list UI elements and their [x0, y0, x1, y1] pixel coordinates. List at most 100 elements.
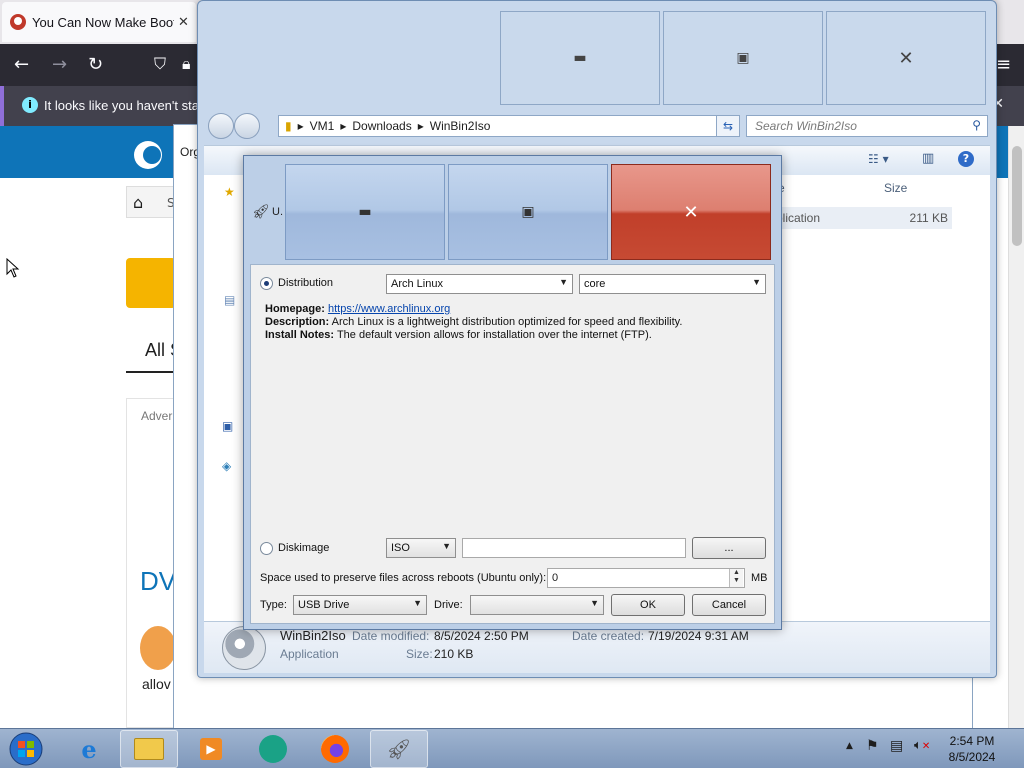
variant-select[interactable]: core ▼	[579, 274, 766, 294]
details-date-created-label: Date created:	[572, 629, 645, 643]
file-row[interactable]: plication 211 KB	[764, 207, 952, 229]
description-label: Description:	[265, 316, 330, 328]
taskbar-media-player[interactable]: ▶	[182, 730, 240, 768]
taskbar-clock[interactable]: 2:54 PM 8/5/2024	[930, 733, 1014, 765]
homepage-link[interactable]: https://www.archlinux.org	[328, 303, 450, 315]
diskimage-format-value: ISO	[391, 542, 410, 554]
breadcrumb-downloads[interactable]: Downloads	[352, 119, 411, 133]
home-button[interactable]: ⌂ S	[126, 186, 175, 218]
network-icon[interactable]: ◈	[222, 459, 231, 473]
taskbar-app-teal[interactable]	[244, 730, 302, 768]
distribution-label: Distribution	[278, 277, 334, 289]
help-icon[interactable]: ?	[958, 151, 974, 167]
internet-explorer-icon: e	[81, 734, 97, 764]
breadcrumb-arrow-icon: ▸	[297, 119, 304, 133]
clock-time: 2:54 PM	[949, 734, 995, 748]
search-icon: ⚲	[972, 118, 981, 132]
install-notes-label: Install Notes:	[265, 329, 335, 341]
libraries-icon[interactable]: ▤	[224, 293, 235, 307]
distribution-radio[interactable]	[260, 277, 273, 290]
details-date-modified-label: Date modified:	[352, 629, 430, 643]
taskbar-winbin2iso[interactable]: 🚀︎	[370, 730, 428, 768]
chevron-down-icon: ▼	[442, 541, 451, 551]
persist-size-input[interactable]: 0 ▲ ▼	[547, 568, 745, 588]
info-icon: i	[22, 97, 38, 113]
back-arrow-icon[interactable]: ←	[14, 54, 29, 75]
diskimage-path-input[interactable]	[462, 538, 686, 558]
drive-select[interactable]: ▼	[470, 595, 604, 615]
explorer-close-button[interactable]: ✕	[826, 11, 986, 105]
dialog-maximize-button[interactable]: ▣	[448, 164, 608, 260]
reload-icon[interactable]: ↻	[88, 54, 103, 75]
preview-pane-icon[interactable]: ▥	[922, 151, 934, 166]
dv-heading: DV	[140, 566, 177, 596]
shield-icon[interactable]: ⛉	[154, 54, 166, 74]
scrollbar-thumb[interactable]	[1012, 146, 1022, 246]
comment-partial: allov	[142, 676, 171, 692]
clock-date: 8/5/2024	[948, 750, 996, 764]
details-date-modified: 8/5/2024 2:50 PM	[434, 629, 529, 643]
taskbar-internet-explorer[interactable]: e	[60, 730, 118, 768]
avatar	[140, 626, 176, 670]
explorer-maximize-button[interactable]: ▣	[663, 11, 823, 105]
diskimage-format-select[interactable]: ISO ▼	[386, 538, 456, 558]
advert-label: Adver	[141, 409, 173, 423]
dialog-minimize-button[interactable]: ▬	[285, 164, 445, 260]
firefox-tab[interactable]: You Can Now Make Bootable ✕	[2, 2, 196, 42]
breadcrumb-arrow-icon: ▸	[340, 119, 347, 133]
tab-title: You Can Now Make Bootable	[32, 14, 174, 30]
minimize-icon: ▬	[358, 204, 372, 220]
search-placeholder: Search WinBin2Iso	[755, 119, 857, 133]
firefox-icon	[321, 735, 349, 763]
show-hidden-icons-icon[interactable]: ▲	[846, 741, 853, 751]
computer-icon[interactable]: ▣	[222, 419, 233, 433]
page-scrollbar[interactable]	[1008, 126, 1024, 728]
description-text: Arch Linux is a lightweight distribution…	[331, 316, 683, 328]
description-line: Description: Arch Linux is a lightweight…	[265, 316, 765, 329]
home-icon: ⌂	[133, 193, 144, 212]
diskimage-radio[interactable]	[260, 542, 273, 555]
view-options-icon[interactable]: ☷ ▾	[868, 152, 889, 166]
browse-button[interactable]: ...	[692, 537, 766, 559]
distribution-select[interactable]: Arch Linux ▼	[386, 274, 573, 294]
persist-spinner[interactable]: ▲ ▼	[729, 569, 743, 587]
search-input[interactable]: Search WinBin2Iso ⚲	[746, 115, 988, 137]
dialog-title: U.	[272, 206, 283, 218]
explorer-forward-button[interactable]	[234, 113, 260, 139]
dialog-close-button[interactable]: ✕	[611, 164, 771, 260]
ok-button[interactable]: OK	[611, 594, 685, 616]
lock-icon[interactable]: 🔒︎	[182, 54, 191, 74]
drive-label: Drive:	[434, 599, 463, 611]
tab-close-icon[interactable]: ✕	[178, 15, 189, 30]
cancel-button[interactable]: Cancel	[692, 594, 766, 616]
mouse-cursor-icon	[6, 258, 20, 278]
refresh-button[interactable]: ⇆	[716, 115, 740, 137]
explorer-minimize-button[interactable]: ▬	[500, 11, 660, 105]
dialog-title-bar[interactable]: 🚀︎ U. ▬ ▣ ✕	[244, 156, 781, 262]
divider	[126, 371, 176, 373]
winbin2iso-usb-dialog: 🚀︎ U. ▬ ▣ ✕ Distribution Arch Linux ▼ co…	[243, 155, 782, 630]
volume-muted-icon[interactable]: 🔈︎✕	[914, 738, 930, 753]
column-size[interactable]: Size	[884, 181, 907, 195]
start-button[interactable]	[4, 731, 48, 767]
taskbar-explorer[interactable]	[120, 730, 178, 768]
explorer-back-button[interactable]	[208, 113, 234, 139]
homepage-label: Homepage:	[265, 303, 325, 315]
favorites-star-icon[interactable]: ★	[224, 185, 235, 199]
type-select[interactable]: USB Drive ▼	[293, 595, 427, 615]
address-bar[interactable]: ▮ ▸ VM1 ▸ Downloads ▸ WinBin2Iso ▼	[278, 115, 738, 137]
navigation-pane: ★ ▤ ▣ ◈	[204, 175, 240, 621]
network-icon[interactable]: ▤	[890, 738, 903, 754]
file-type: plication	[776, 211, 821, 225]
homepage-line: Homepage: https://www.archlinux.org	[265, 303, 765, 316]
menu-icon[interactable]: ≡	[996, 54, 1011, 75]
taskbar-firefox[interactable]	[306, 730, 364, 768]
taskbar: e ▶ 🚀︎ ▲ ⚑ ▤ 🔈︎✕ 2:54 PM 8/5/2024	[0, 728, 1024, 768]
details-type: Application	[280, 647, 339, 661]
type-label: Type:	[260, 599, 287, 611]
action-center-flag-icon[interactable]: ⚑	[866, 738, 879, 754]
forward-arrow-icon[interactable]: →	[52, 54, 67, 75]
chevron-down-icon: ▼	[413, 598, 422, 608]
breadcrumb-vm1[interactable]: VM1	[310, 119, 335, 133]
breadcrumb-winbin2iso[interactable]: WinBin2Iso	[430, 119, 491, 133]
